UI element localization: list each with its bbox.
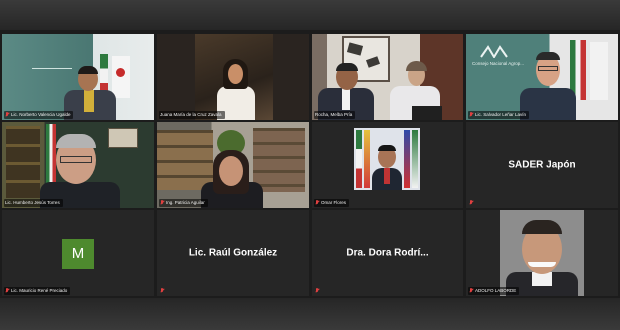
mic-muted-icon <box>5 112 9 118</box>
participant-name-tag: Lic. Mauricio René Preciado <box>4 287 71 295</box>
bottom-bar <box>0 298 620 330</box>
bookshelf <box>253 128 305 192</box>
participant-name-tag: Ing. Patricia Aguilar <box>159 199 208 207</box>
participant-tile[interactable]: ADOLFO LABORDE <box>466 210 618 296</box>
top-bar <box>0 0 620 30</box>
participant-tile[interactable]: Juana María de la Cruz Zavala <box>157 34 309 120</box>
participant-name: Ing. Patricia Aguilar <box>166 200 205 205</box>
participant-tile[interactable]: Dra. Dora Rodrí... <box>312 210 463 296</box>
mic-muted-icon <box>469 112 473 118</box>
bookshelf <box>6 126 40 198</box>
participant-name-tag: Lic. Norberto Valencia Ugalde <box>4 111 74 119</box>
mic-muted-icon <box>315 200 319 206</box>
monitor <box>412 106 442 120</box>
flag-japan <box>112 56 130 98</box>
participant-name-tag: Lic. Humberto Jesús Torres <box>4 199 63 207</box>
mic-muted-icon <box>160 288 164 294</box>
participant-name: Lic. Humberto Jesús Torres <box>5 200 60 205</box>
flag <box>404 130 410 188</box>
mic-muted-icon <box>160 200 164 206</box>
flag <box>412 130 418 188</box>
participant-name: Lic. Mauricio René Preciado <box>11 288 68 293</box>
avatar: M <box>62 239 94 269</box>
participant-tile[interactable]: M Lic. Mauricio René Preciado <box>2 210 154 296</box>
participant-name-tag: Rocha, Melba Pría <box>314 111 356 119</box>
participant-display-name: SADER Japón <box>508 159 576 171</box>
flag <box>364 130 370 188</box>
participant-name-tag: Juana María de la Cruz Zavala <box>159 111 225 119</box>
flag <box>356 130 362 188</box>
participant-tile[interactable]: SADER Japón <box>466 122 618 208</box>
mic-muted-icon <box>5 288 9 294</box>
mic-muted-icon <box>469 200 473 206</box>
organization-name: Consejo Nacional Agrop... <box>472 61 525 66</box>
participant-name: Lic. Salvador Leñar Lavín <box>475 112 527 117</box>
consejo-logo-icon <box>480 44 510 59</box>
organization-logo <box>32 60 72 69</box>
participant-name: ADOLFO LABORDE <box>475 288 517 293</box>
participant-name-tag <box>468 199 476 207</box>
participant-name: Rocha, Melba Pría <box>315 112 353 117</box>
bookshelf <box>157 130 213 190</box>
participant-tile[interactable]: Lic. Norberto Valencia Ugalde <box>2 34 154 120</box>
participant-display-name: Dra. Dora Rodrí... <box>346 247 429 259</box>
participant-tile[interactable]: Lic. Raúl González <box>157 210 309 296</box>
participant-name: Omar Flores <box>321 200 347 205</box>
participant-tile-active-speaker[interactable]: Lic. Humberto Jesús Torres <box>2 122 154 208</box>
participant-name-tag <box>159 287 167 295</box>
participant-tile[interactable]: Consejo Nacional Agrop... Lic. Salvador … <box>466 34 618 120</box>
participant-tile[interactable]: Omar Flores <box>312 122 463 208</box>
mic-muted-icon <box>315 288 319 294</box>
participant-tile[interactable]: Ing. Patricia Aguilar <box>157 122 309 208</box>
flag-sader <box>590 42 608 100</box>
flag-mexico <box>46 124 56 184</box>
participant-name: Lic. Norberto Valencia Ugalde <box>11 112 71 117</box>
video-grid: Lic. Norberto Valencia Ugalde Juana Marí… <box>2 34 618 296</box>
participant-tile[interactable]: Rocha, Melba Pría <box>312 34 463 120</box>
participant-name-tag: Omar Flores <box>314 199 350 207</box>
mic-muted-icon <box>469 288 473 294</box>
participant-name-tag: Lic. Salvador Leñar Lavín <box>468 111 530 119</box>
participant-display-name: Lic. Raúl González <box>188 247 278 259</box>
wall-picture <box>108 128 138 148</box>
participant-name: Juana María de la Cruz Zavala <box>160 112 222 117</box>
participant-name-tag <box>314 287 322 295</box>
participant-name-tag: ADOLFO LABORDE <box>468 287 520 295</box>
